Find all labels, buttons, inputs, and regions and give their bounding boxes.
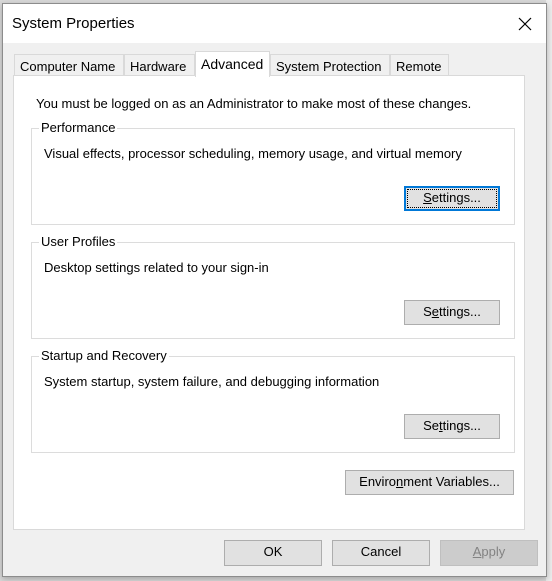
group-label: User Profiles [39, 234, 118, 249]
cancel-button[interactable]: Cancel [332, 540, 430, 566]
startup-recovery-group: Startup and Recovery System startup, sys… [31, 348, 515, 453]
performance-group: Performance Visual effects, processor sc… [31, 120, 515, 225]
mnemonic: e [431, 304, 439, 319]
startup-recovery-settings-button[interactable]: Settings... [404, 414, 500, 439]
tab-label: Remote [396, 59, 442, 74]
tab-label: Computer Name [20, 59, 116, 74]
window-title: System Properties [12, 15, 135, 32]
label-part: ttings... [438, 304, 481, 319]
close-button[interactable] [513, 12, 537, 36]
tab-label: Hardware [130, 59, 187, 74]
user-profiles-settings-button[interactable]: Settings... [404, 300, 500, 325]
tab-system-protection[interactable]: System Protection [270, 54, 390, 76]
group-description: System startup, system failure, and debu… [44, 374, 380, 389]
tab-label: System Protection [276, 59, 382, 74]
label-part: Se [423, 418, 439, 433]
tab-computer-name[interactable]: Computer Name [14, 54, 124, 76]
ok-button[interactable]: OK [224, 540, 322, 566]
label-part: ment Variables... [403, 474, 500, 489]
apply-button[interactable]: Apply [440, 540, 538, 566]
group-description: Desktop settings related to your sign-in [44, 260, 269, 275]
tab-hardware[interactable]: Hardware [124, 54, 195, 76]
group-label: Performance [39, 120, 118, 135]
tab-label: Advanced [201, 56, 264, 72]
label-part: Enviro [359, 474, 397, 489]
close-icon [518, 17, 532, 31]
tab-remote[interactable]: Remote [390, 54, 449, 76]
label-part: S [423, 304, 432, 319]
tab-advanced[interactable]: Advanced [195, 51, 270, 77]
label-part: pply [481, 544, 506, 559]
environment-variables-button[interactable]: Environment Variables... [345, 470, 514, 495]
group-label: Startup and Recovery [39, 348, 169, 363]
title-bar[interactable]: System Properties [3, 4, 546, 43]
group-description: Visual effects, processor scheduling, me… [44, 146, 462, 161]
performance-settings-button[interactable]: Settings... [404, 186, 500, 211]
system-properties-dialog: System Properties Computer Name Hardware… [2, 3, 547, 577]
admin-notice: You must be logged on as an Administrato… [36, 96, 472, 111]
advanced-tab-panel: You must be logged on as an Administrato… [13, 75, 525, 530]
user-profiles-group: User Profiles Desktop settings related t… [31, 234, 515, 339]
label-part: tings... [442, 418, 481, 433]
